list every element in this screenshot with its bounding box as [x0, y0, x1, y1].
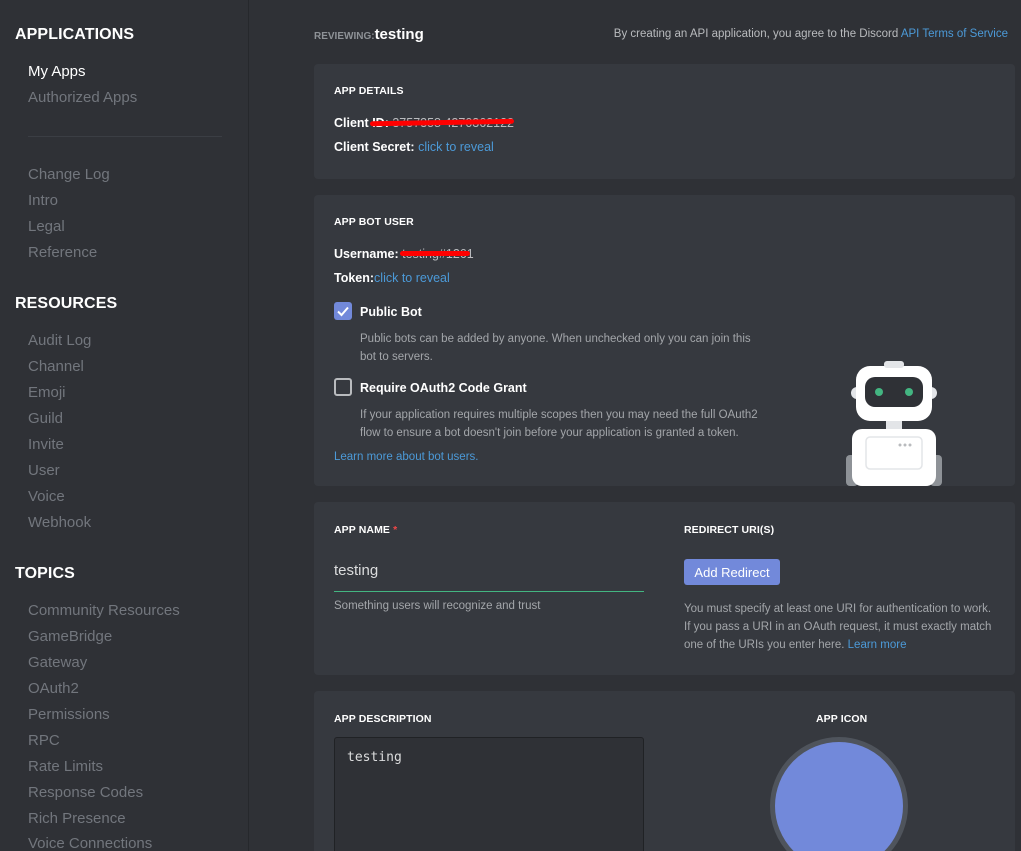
- sidebar: APPLICATIONS My Apps Authorized Apps Cha…: [0, 0, 249, 851]
- bot-user-card: APP BOT USER Username: testing#1261 Toke…: [314, 195, 1015, 486]
- sidebar-item-permissions[interactable]: Permissions: [28, 706, 110, 723]
- redirect-uris-hint: You must specify at least one URI for au…: [684, 600, 1000, 654]
- oauth2-code-grant-checkbox[interactable]: [334, 378, 352, 396]
- sidebar-item-voice-connections[interactable]: Voice Connections: [28, 835, 152, 851]
- client-secret-label: Client Secret:: [334, 140, 415, 154]
- sidebar-item-gamebridge[interactable]: GameBridge: [28, 628, 112, 645]
- app-description-title: APP DESCRIPTION: [334, 713, 432, 725]
- sidebar-item-rpc[interactable]: RPC: [28, 732, 60, 749]
- app-name-input[interactable]: testing: [334, 560, 644, 592]
- app-name-hint: Something users will recognize and trust: [334, 600, 541, 612]
- topics-heading: TOPICS: [15, 565, 75, 582]
- username-label: Username:: [334, 247, 399, 261]
- sidebar-item-response-codes[interactable]: Response Codes: [28, 784, 143, 801]
- token-label: Token:: [334, 271, 375, 285]
- page-header: REVIEWING:testing By creating an API app…: [314, 26, 1014, 46]
- public-bot-label: Public Bot: [360, 305, 422, 319]
- resources-heading: RESOURCES: [15, 295, 118, 312]
- tos-notice: By creating an API application, you agre…: [614, 28, 1008, 40]
- sidebar-item-oauth2[interactable]: OAuth2: [28, 680, 79, 697]
- applications-heading: APPLICATIONS: [15, 26, 135, 43]
- sidebar-item-my-apps[interactable]: My Apps: [28, 63, 86, 80]
- sidebar-item-authorized-apps[interactable]: Authorized Apps: [28, 89, 137, 106]
- app-description-input[interactable]: testing: [334, 737, 644, 851]
- app-icon-title: APP ICON: [816, 713, 868, 725]
- sidebar-item-audit-log[interactable]: Audit Log: [28, 332, 91, 349]
- main-content: REVIEWING:testing By creating an API app…: [250, 0, 1021, 851]
- page-title: testing: [374, 26, 424, 43]
- robot-illustration: [846, 361, 942, 486]
- app-description-card: APP DESCRIPTION testing APP ICON: [314, 691, 1015, 851]
- learn-more-bot-users-link[interactable]: Learn more about bot users.: [334, 451, 478, 463]
- sidebar-item-user[interactable]: User: [28, 462, 60, 479]
- redirect-learn-more-link[interactable]: Learn more: [848, 639, 907, 651]
- sidebar-item-intro[interactable]: Intro: [28, 192, 58, 209]
- sidebar-item-webhook[interactable]: Webhook: [28, 514, 91, 531]
- token-reveal-link[interactable]: click to reveal: [374, 271, 450, 285]
- sidebar-item-change-log[interactable]: Change Log: [28, 166, 110, 183]
- public-bot-description: Public bots can be added by anyone. When…: [360, 333, 751, 363]
- tos-text: By creating an API application, you agre…: [613, 28, 901, 40]
- sidebar-item-channel[interactable]: Channel: [28, 358, 84, 375]
- client-secret-row: Client Secret: click to reveal: [334, 140, 494, 154]
- reviewing-label: REVIEWING:: [314, 31, 375, 42]
- sidebar-item-rich-presence[interactable]: Rich Presence: [28, 810, 126, 827]
- client-secret-reveal-link[interactable]: click to reveal: [418, 140, 494, 154]
- sidebar-item-gateway[interactable]: Gateway: [28, 654, 87, 671]
- checkmark-icon: [337, 306, 349, 317]
- sidebar-item-legal[interactable]: Legal: [28, 218, 65, 235]
- sidebar-item-emoji[interactable]: Emoji: [28, 384, 66, 401]
- app-name-card: APP NAME * testing Something users will …: [314, 502, 1015, 675]
- required-marker: *: [393, 524, 398, 536]
- bot-user-title: APP BOT USER: [334, 216, 414, 228]
- sidebar-item-guild[interactable]: Guild: [28, 410, 63, 427]
- oauth2-code-grant-description: If your application requires multiple sc…: [360, 409, 758, 439]
- sidebar-item-community-resources[interactable]: Community Resources: [28, 602, 180, 619]
- sidebar-item-voice[interactable]: Voice: [28, 488, 65, 505]
- app-details-title: APP DETAILS: [334, 85, 404, 97]
- add-redirect-button[interactable]: Add Redirect: [684, 559, 780, 585]
- sidebar-item-reference[interactable]: Reference: [28, 244, 97, 261]
- sidebar-item-invite[interactable]: Invite: [28, 436, 64, 453]
- app-name-title: APP NAME *: [334, 524, 397, 536]
- redirect-uris-hint-text: You must specify at least one URI for au…: [684, 603, 992, 651]
- oauth2-code-grant-label: Require OAuth2 Code Grant: [360, 381, 527, 395]
- app-details-card: APP DETAILS Client ID: 3757358 427036212…: [314, 64, 1015, 179]
- redaction-mark: [400, 251, 470, 256]
- token-row: Token:click to reveal: [334, 271, 450, 285]
- app-name-title-text: APP NAME: [334, 524, 391, 536]
- app-icon-upload[interactable]: [770, 737, 908, 851]
- redirect-uris-title: REDIRECT URI(S): [684, 524, 775, 536]
- sidebar-item-rate-limits[interactable]: Rate Limits: [28, 758, 103, 775]
- tos-link[interactable]: API Terms of Service: [901, 28, 1008, 40]
- public-bot-checkbox[interactable]: [334, 302, 352, 320]
- sidebar-divider: [28, 136, 222, 137]
